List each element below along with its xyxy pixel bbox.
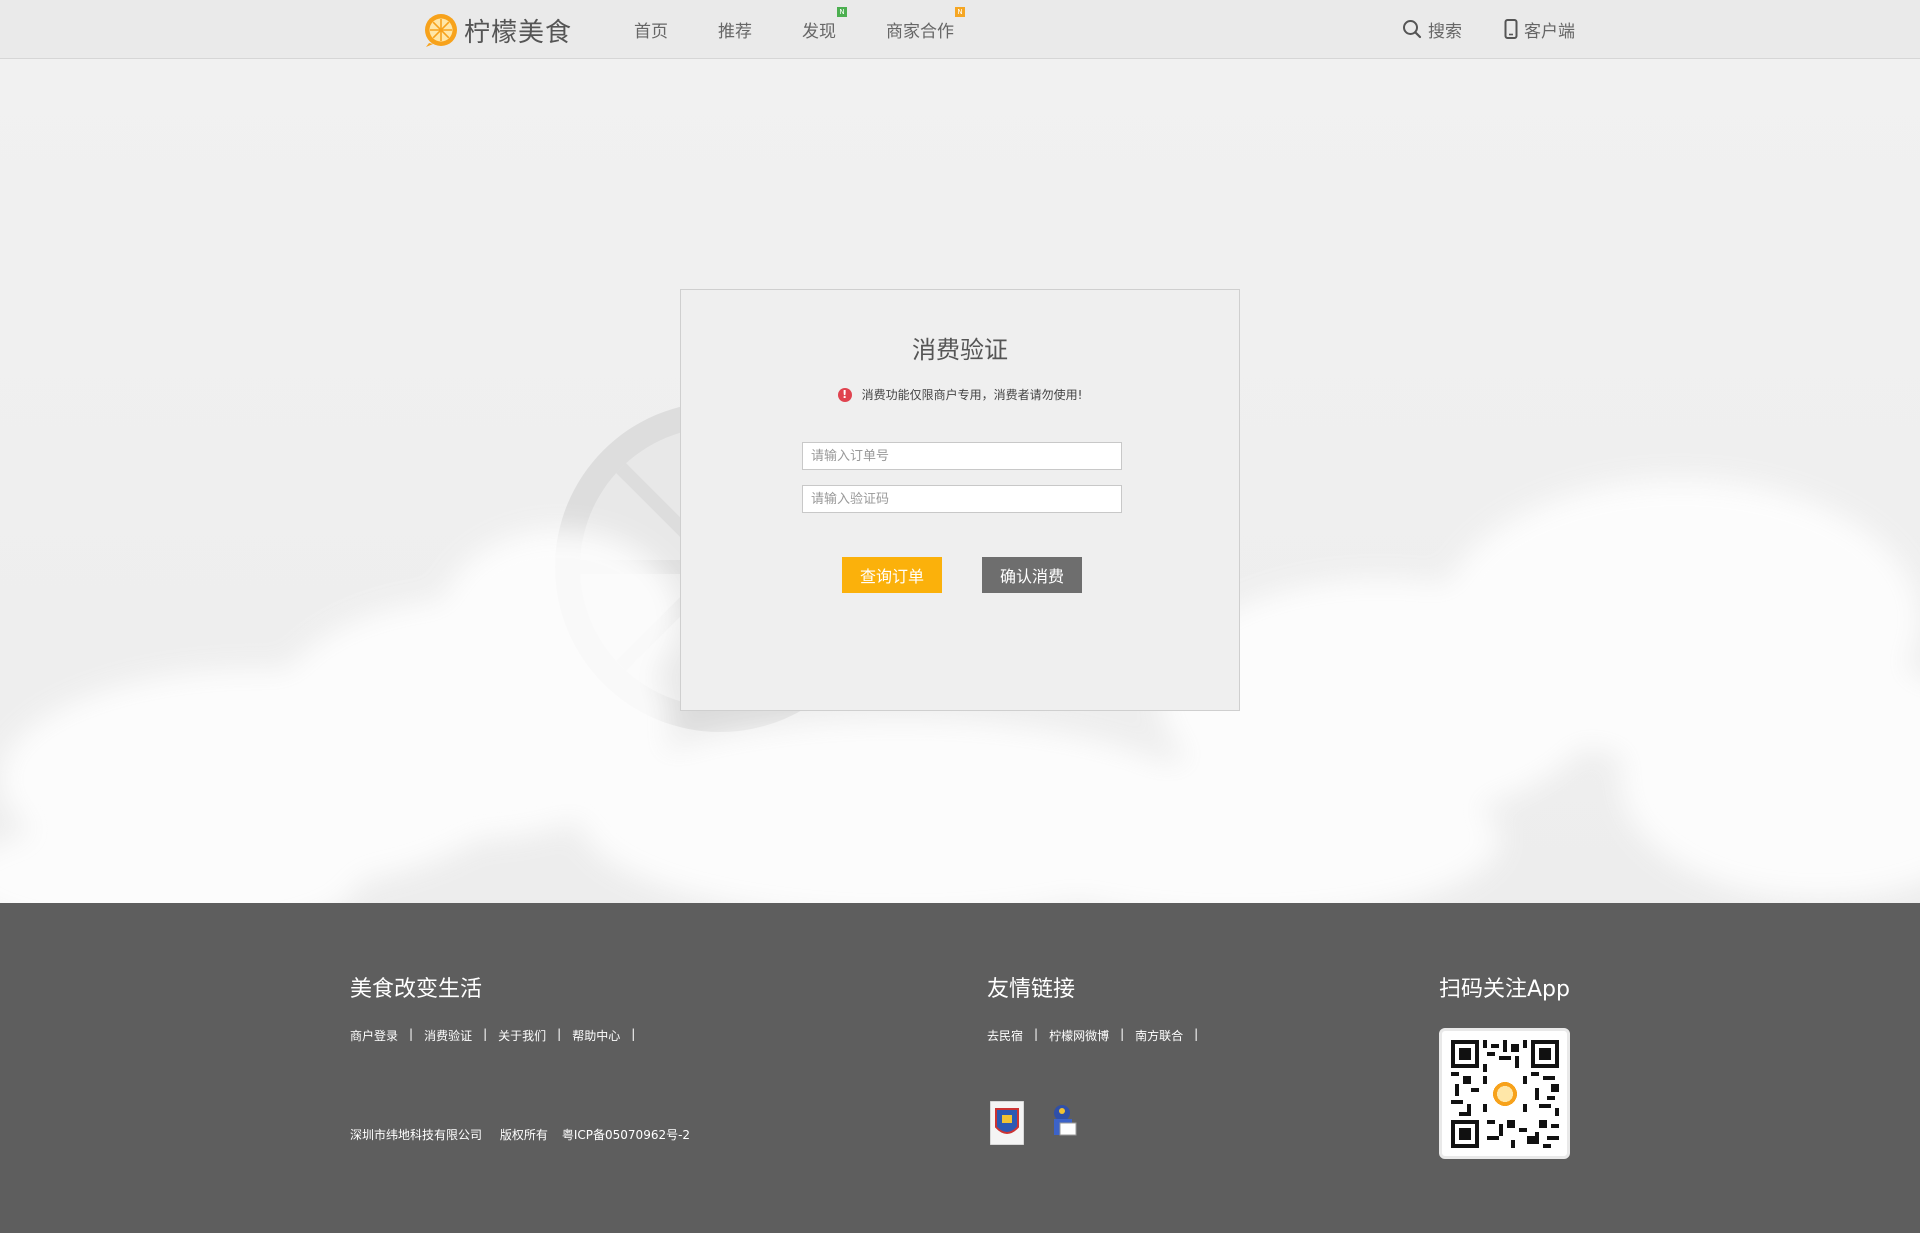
app-qr-code bbox=[1439, 1028, 1570, 1159]
nav-home-label: 首页 bbox=[634, 21, 668, 42]
police-badge-icon[interactable] bbox=[1046, 1101, 1080, 1141]
nav-discover-label: 发现 bbox=[802, 21, 836, 42]
friend-links-title: 友情链接 bbox=[987, 977, 1076, 1002]
query-order-button[interactable]: 查询订单 bbox=[842, 557, 942, 593]
merchant-only-notice: ! 消费功能仅限商户专用，消费者请勿使用! bbox=[681, 386, 1239, 403]
nav-home[interactable]: 首页 bbox=[634, 17, 668, 42]
new-badge: N bbox=[837, 6, 847, 17]
help-center-link[interactable]: 帮助中心 bbox=[572, 1027, 620, 1044]
app-qr-title: 扫码关注App bbox=[1439, 977, 1570, 1002]
order-number-input[interactable] bbox=[802, 442, 1122, 470]
certification-badge-icon[interactable] bbox=[990, 1101, 1024, 1145]
icp-number: 粤ICP备05070962号-2 bbox=[561, 1128, 691, 1142]
new-badge: N bbox=[955, 6, 965, 17]
verification-card: 消费验证 ! 消费功能仅限商户专用，消费者请勿使用! 查询订单 确认消费 bbox=[680, 289, 1240, 711]
link-separator: | bbox=[631, 1027, 636, 1041]
link-separator: | bbox=[483, 1027, 488, 1041]
nav-merchant-label: 商家合作 bbox=[886, 21, 954, 42]
confirm-consumption-button[interactable]: 确认消费 bbox=[982, 557, 1082, 593]
site-footer: 美食改变生活 商户登录 | 消费验证 | 关于我们 | 帮助中心 | 深圳市纬地科技有限… bbox=[0, 903, 1920, 1233]
client-label: 客户端 bbox=[1524, 21, 1575, 42]
nav-discover[interactable]: 发现 N bbox=[802, 6, 847, 42]
about-us-link[interactable]: 关于我们 bbox=[498, 1027, 546, 1044]
friend-links: 去民宿 | 柠檬网微博 | 南方联合 | bbox=[987, 1027, 1209, 1044]
nav-recommend[interactable]: 推荐 bbox=[718, 17, 752, 42]
link-separator: | bbox=[1120, 1027, 1125, 1041]
merchant-login-link[interactable]: 商户登录 bbox=[350, 1027, 398, 1044]
qr-code-icon bbox=[1450, 1039, 1559, 1148]
warning-icon: ! bbox=[837, 387, 852, 402]
link-separator: | bbox=[1194, 1027, 1199, 1041]
consumption-verify-link[interactable]: 消费验证 bbox=[424, 1027, 472, 1044]
footer-links: 商户登录 | 消费验证 | 关于我们 | 帮助中心 | bbox=[350, 1027, 646, 1044]
client-app-link[interactable]: 客户端 bbox=[1504, 0, 1575, 58]
notice-text: 消费功能仅限商户专用，消费者请勿使用! bbox=[861, 388, 1083, 402]
friend-link-weibo[interactable]: 柠檬网微博 bbox=[1049, 1027, 1109, 1044]
company-name: 深圳市纬地科技有限公司 bbox=[350, 1128, 483, 1142]
main-nav: 首页 推荐 发现 N 商家合作 N bbox=[634, 0, 1004, 58]
copyright: 深圳市纬地科技有限公司 版权所有 粤ICP备05070962号-2 bbox=[350, 1126, 704, 1143]
friend-link-minsu[interactable]: 去民宿 bbox=[987, 1027, 1023, 1044]
nav-merchant-cooperation[interactable]: 商家合作 N bbox=[886, 6, 965, 42]
logo-text: 柠檬美食 bbox=[464, 17, 573, 48]
link-separator: | bbox=[557, 1027, 562, 1041]
verification-code-input[interactable] bbox=[802, 485, 1122, 513]
search-label: 搜索 bbox=[1428, 21, 1462, 42]
friend-link-nanfang[interactable]: 南方联合 bbox=[1135, 1027, 1183, 1044]
card-title: 消费验证 bbox=[912, 336, 1008, 364]
search-icon bbox=[1403, 20, 1422, 39]
mobile-phone-icon bbox=[1504, 19, 1518, 39]
search-link[interactable]: 搜索 bbox=[1402, 0, 1462, 58]
footer-slogan: 美食改变生活 bbox=[350, 977, 483, 1002]
link-separator: | bbox=[409, 1027, 414, 1041]
nav-recommend-label: 推荐 bbox=[718, 21, 752, 42]
site-logo[interactable]: 柠檬美食 bbox=[424, 12, 572, 48]
lemon-logo-icon bbox=[425, 14, 457, 47]
rights-text: 版权所有 bbox=[499, 1128, 548, 1142]
link-separator: | bbox=[1034, 1027, 1039, 1041]
top-header: 柠檬美食 首页 推荐 发现 N 商家合作 N 搜索 客户端 bbox=[0, 0, 1920, 59]
